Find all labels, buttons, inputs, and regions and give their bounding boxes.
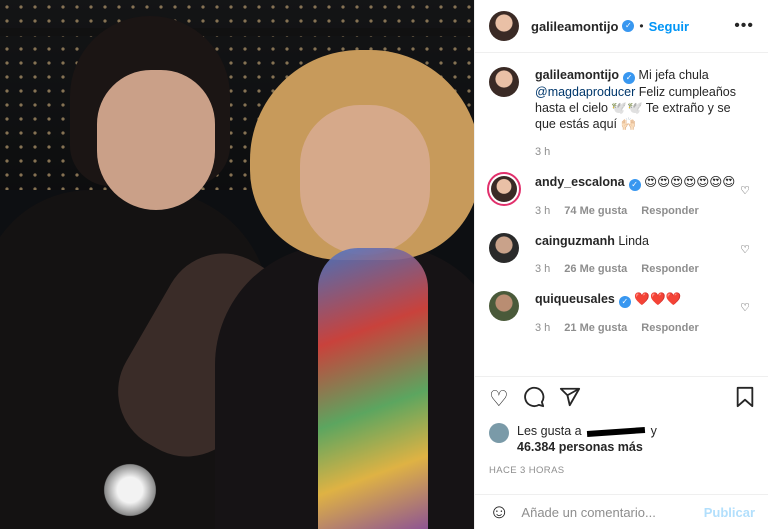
brooch [100,460,160,520]
comment-icon[interactable] [523,386,545,412]
caption-mention-link[interactable]: @magdaproducer [535,85,635,99]
comment-input[interactable] [521,504,704,520]
post-header: galileamontijo ✓ • Seguir ••• [475,0,768,53]
caption-comment: galileamontijo ✓ Mi jefa chula @magdaprod… [489,67,754,160]
commenter-avatar [491,176,517,202]
comment-likes[interactable]: 26 Me gusta [564,261,627,277]
like-comment-heart-icon[interactable]: ♡ [740,184,750,197]
add-comment-bar: ☺ Publicar [475,494,768,529]
caption-avatar[interactable] [489,67,519,97]
post-photo[interactable] [0,0,474,529]
verified-badge-icon: ✓ [623,72,636,84]
story-ring[interactable] [487,172,521,206]
heart-icon[interactable]: ♡ [489,388,509,410]
caption-time[interactable]: 3 h [535,144,550,160]
commenter-username[interactable]: cainguzmanh [535,234,615,248]
commenter-username[interactable]: quiqueusales [535,292,615,306]
comment-item: andy_escalona ✓ 😍😍😍😍😍😍😍 3 h 74 Me gusta R… [487,172,754,219]
comment-likes[interactable]: 74 Me gusta [564,203,627,219]
lanyard [318,248,428,529]
likes-prefix: Les gusta a [517,424,582,438]
background-bar [0,28,474,36]
instagram-post-modal: galileamontijo ✓ • Seguir ••• galileamon… [0,0,768,529]
verified-badge-icon: ✓ [622,20,635,32]
comment-item: cainguzmanh Linda 3 h 26 Me gusta Respon… [489,233,754,277]
person-left-face [97,70,215,210]
comment-time[interactable]: 3 h [535,203,550,219]
comment-item: quiqueusales ✓ ❤️❤️❤️ 3 h 21 Me gusta Res… [489,291,754,336]
commenter-username[interactable]: andy_escalona [535,175,625,189]
emoji-icon[interactable]: ☺ [489,501,509,524]
comment-likes[interactable]: 21 Me gusta [564,320,627,336]
likes-count-link[interactable]: 46.384 personas más [517,440,643,454]
reply-button[interactable]: Responder [641,261,698,277]
like-comment-heart-icon[interactable]: ♡ [740,243,750,256]
bookmark-icon[interactable] [735,386,755,412]
post-timestamp[interactable]: HACE 3 HORAS [489,465,755,476]
comment-text: Linda [618,234,649,248]
header-separator: • [639,19,644,33]
verified-badge-icon: ✓ [618,296,631,308]
action-icons-row: ♡ [489,385,755,413]
comment-text: 😍😍😍😍😍😍😍 [644,175,736,189]
post-side-panel: galileamontijo ✓ • Seguir ••• galileamon… [474,0,768,529]
verified-badge-icon: ✓ [628,179,641,191]
comment-text: ❤️❤️❤️ [634,292,682,306]
comment-time[interactable]: 3 h [535,261,550,277]
caption-text-pre: Mi jefa chula [638,68,709,82]
follow-button[interactable]: Seguir [649,19,689,34]
comment-time[interactable]: 3 h [535,320,550,336]
commenter-avatar[interactable] [489,233,519,263]
commenter-avatar[interactable] [489,291,519,321]
likes-suffix: y [650,424,657,438]
person-right-face [300,105,430,255]
author-username[interactable]: galileamontijo [531,19,618,34]
more-options-icon[interactable]: ••• [734,17,754,35]
reply-button[interactable]: Responder [641,203,698,219]
caption-username[interactable]: galileamontijo [535,68,619,82]
reply-button[interactable]: Responder [641,320,698,336]
author-avatar[interactable] [489,11,519,41]
redacted-username [586,426,646,437]
post-actions: ♡ Les gusta a y 46.384 personas más HACE… [475,376,768,476]
liker-avatar[interactable] [489,423,509,443]
like-comment-heart-icon[interactable]: ♡ [740,301,750,314]
share-icon[interactable] [559,386,581,412]
likes-summary: Les gusta a y 46.384 personas más [489,423,755,455]
publish-button[interactable]: Publicar [704,505,755,520]
comments-list[interactable]: galileamontijo ✓ Mi jefa chula @magdaprod… [475,53,768,376]
